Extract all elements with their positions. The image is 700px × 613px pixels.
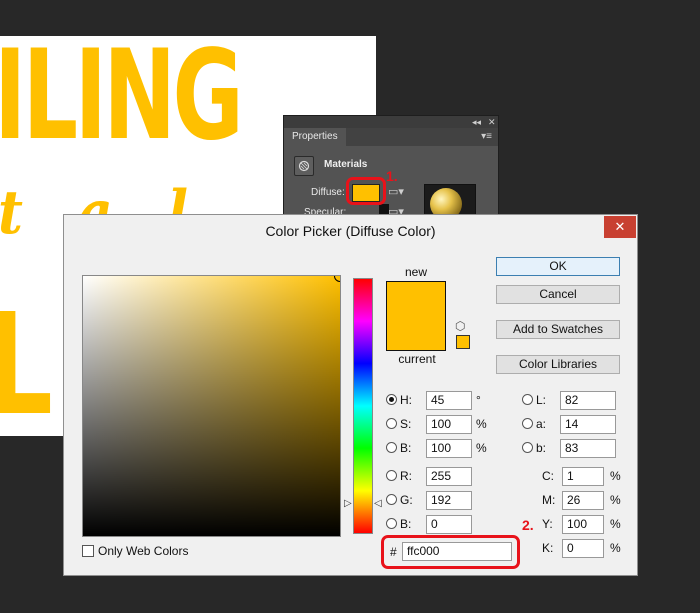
m-input[interactable]: 26 (562, 491, 604, 510)
k-unit: % (610, 541, 621, 555)
callout-highlight-1 (346, 177, 386, 205)
k-label: K: (542, 541, 554, 555)
c-label: C: (542, 469, 554, 483)
color-libraries-button[interactable]: Color Libraries (496, 355, 620, 374)
only-web-colors-label: Only Web Colors (98, 544, 189, 558)
current-color-label: current (398, 352, 436, 366)
m-label: M: (542, 493, 556, 507)
new-color-label: new (404, 265, 427, 279)
materials-icon (294, 156, 314, 176)
hue-slider[interactable] (353, 278, 373, 534)
diffuse-label: Diffuse: (311, 187, 345, 198)
y-unit: % (610, 517, 621, 531)
y-label: Y: (542, 517, 553, 531)
s-radio[interactable] (386, 418, 397, 429)
callout-number-2: 2. (522, 517, 534, 533)
blue-input[interactable]: 0 (426, 515, 472, 534)
g-label: G: (400, 493, 413, 507)
ok-button[interactable]: OK (496, 257, 620, 276)
s-unit: % (476, 417, 487, 431)
h-input[interactable]: 45 (426, 391, 472, 410)
r-label: R: (400, 469, 412, 483)
canvas-text-line-1: ILING (0, 36, 244, 168)
h-label: H: (400, 393, 412, 407)
m-unit: % (610, 493, 621, 507)
lab-b-label: b: (536, 441, 547, 455)
lab-b-radio[interactable] (522, 442, 533, 453)
panel-menu-icon[interactable]: ▾≡ (481, 131, 492, 142)
r-input[interactable]: 255 (426, 467, 472, 486)
new-current-color-swatch[interactable] (386, 281, 446, 351)
h-radio[interactable] (386, 394, 397, 405)
lab-l-input[interactable]: 82 (560, 391, 616, 410)
lab-l-radio[interactable] (522, 394, 533, 405)
c-input[interactable]: 1 (562, 467, 604, 486)
cancel-button[interactable]: Cancel (496, 285, 620, 304)
r-radio[interactable] (386, 470, 397, 481)
g-radio[interactable] (386, 494, 397, 505)
s-input[interactable]: 100 (426, 415, 472, 434)
only-web-colors-checkbox[interactable] (82, 545, 94, 557)
hue-slider-right-arrow-icon[interactable]: ◁ (374, 498, 382, 509)
add-to-swatches-button[interactable]: Add to Swatches (496, 320, 620, 339)
dialog-title: Color Picker (Diffuse Color) (265, 223, 436, 239)
callout-number-1: 1. (386, 168, 398, 184)
lab-a-radio[interactable] (522, 418, 533, 429)
lab-a-input[interactable]: 14 (560, 415, 616, 434)
close-panel-button[interactable]: ✕ (488, 117, 496, 128)
k-input[interactable]: 0 (562, 539, 604, 558)
canvas-text-line-3: L (0, 284, 53, 436)
close-icon[interactable]: ✕ (604, 216, 636, 238)
blue-label: B: (400, 517, 412, 531)
gamut-color-swatch[interactable] (456, 335, 470, 349)
saturation-brightness-field[interactable] (82, 275, 341, 537)
tab-properties[interactable]: Properties (284, 128, 346, 146)
g-input[interactable]: 192 (426, 491, 472, 510)
color-field-marker[interactable] (334, 276, 340, 282)
callout-highlight-2 (381, 535, 520, 569)
brightness-radio[interactable] (386, 442, 397, 453)
brightness-unit: % (476, 441, 487, 455)
lab-l-label: L: (536, 393, 547, 407)
materials-label: Materials (324, 159, 368, 170)
out-of-gamut-cube-icon[interactable]: ⬡ (455, 319, 469, 333)
diffuse-texture-folder-icon[interactable]: ▭▾ (388, 185, 404, 198)
s-label: S: (400, 417, 412, 431)
c-unit: % (610, 469, 621, 483)
hue-slider-left-arrow-icon[interactable]: ▷ (344, 498, 352, 509)
y-input[interactable]: 100 (562, 515, 604, 534)
properties-tab-row: Properties ▾≡ (284, 128, 498, 146)
lab-a-label: a: (536, 417, 547, 431)
properties-panel-topbar: ◂◂ ✕ (284, 116, 498, 128)
lab-b-input[interactable]: 83 (560, 439, 616, 458)
collapse-panel-button[interactable]: ◂◂ (472, 117, 481, 128)
h-unit: ° (476, 393, 481, 407)
brightness-label: B: (400, 441, 412, 455)
brightness-input[interactable]: 100 (426, 439, 472, 458)
color-picker-dialog: Color Picker (Diffuse Color) ✕ ▷ ◁ new c… (63, 214, 638, 576)
properties-panel: ◂◂ ✕ Properties ▾≡ Materials Diffuse: ▭▾… (283, 115, 499, 220)
blue-radio[interactable] (386, 518, 397, 529)
